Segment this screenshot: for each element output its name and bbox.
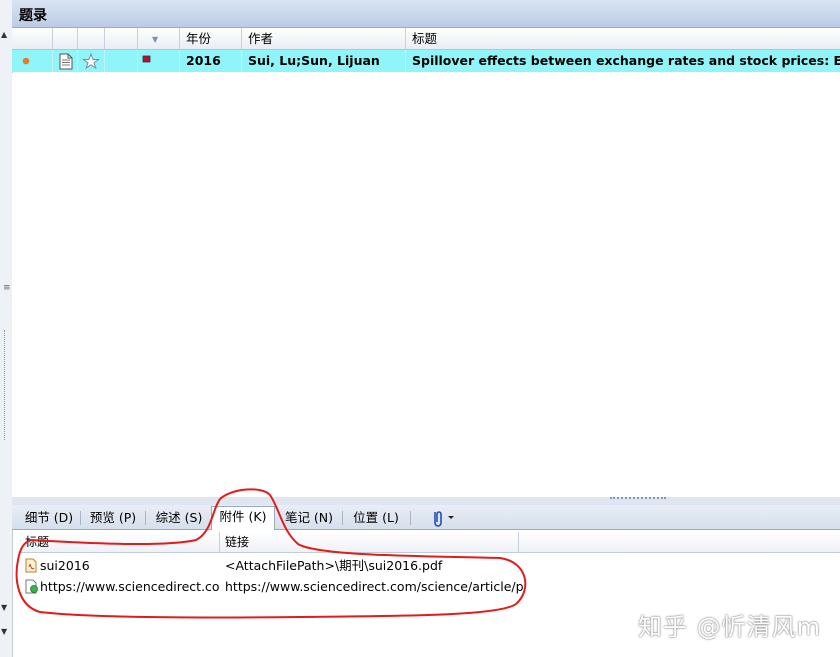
watermark: 知乎 @忻清风m xyxy=(638,613,822,641)
red-annotation-outline xyxy=(15,488,527,619)
